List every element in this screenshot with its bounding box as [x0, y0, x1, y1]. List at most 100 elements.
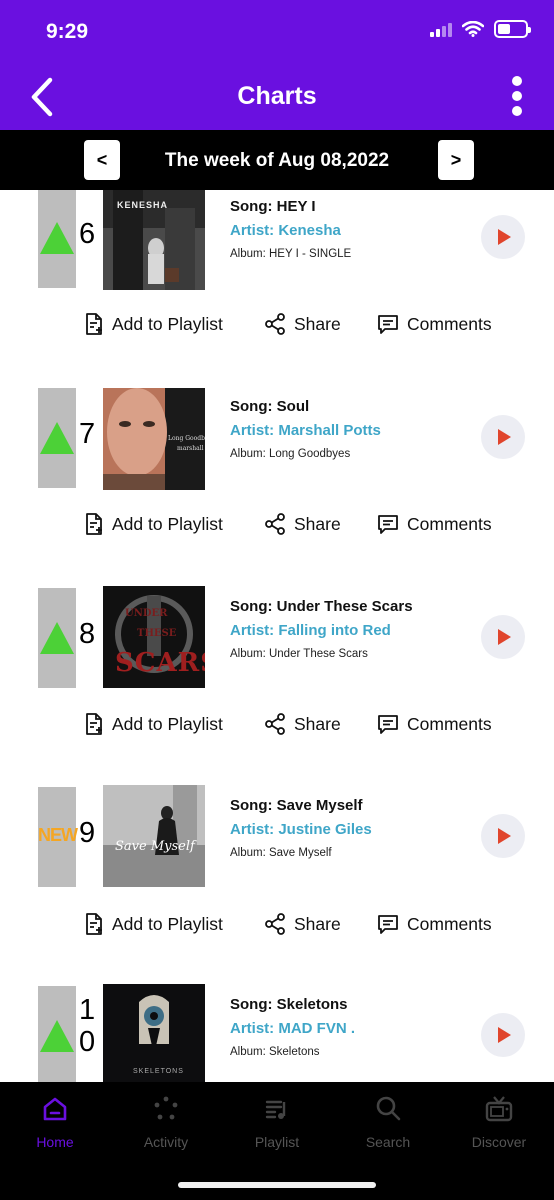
play-button[interactable]	[481, 215, 525, 259]
share-button[interactable]: Share	[264, 313, 341, 335]
battery-icon	[494, 20, 531, 38]
status-icons	[430, 20, 531, 38]
album-cover[interactable]: Long Goodbyes marshall	[103, 388, 205, 490]
tab-label: Search	[365, 1134, 411, 1150]
song-title: Song: Save Myself	[230, 797, 363, 814]
add-playlist-icon	[86, 913, 102, 935]
comments-button[interactable]: Comments	[377, 913, 492, 935]
song-title: Song: Under These Scars	[230, 598, 413, 615]
add-to-playlist-button[interactable]: Add to Playlist	[84, 313, 223, 335]
entry-actions: Add to Playlist Share Comments	[0, 713, 554, 743]
add-playlist-icon	[86, 713, 102, 735]
more-options-button[interactable]	[510, 76, 524, 116]
activity-icon	[154, 1096, 178, 1120]
add-to-playlist-button[interactable]: Add to Playlist	[84, 913, 223, 935]
rank-number: 10	[79, 994, 96, 1058]
svg-text:Long Goodbyes: Long Goodbyes	[168, 435, 205, 442]
share-icon	[265, 913, 285, 935]
tab-label: Activity	[143, 1134, 189, 1150]
new-badge: NEW	[38, 825, 78, 845]
trend-up-icon	[40, 1020, 74, 1052]
chart-entry: 8 UNDER THESE SCARS Song: Under These Sc…	[0, 586, 554, 788]
rank-number: 8	[79, 618, 96, 650]
play-button[interactable]	[481, 415, 525, 459]
comments-icon	[378, 515, 398, 534]
album-name: Album: Long Goodbyes	[230, 448, 351, 460]
comments-icon	[378, 315, 398, 334]
album-name: Album: Save Myself	[230, 847, 332, 859]
week-selector: < The week of Aug 08,2022 >	[0, 130, 554, 190]
add-playlist-icon	[86, 513, 102, 535]
cover-text: KENESHA	[117, 200, 169, 210]
share-button[interactable]: Share	[264, 713, 341, 735]
comments-button[interactable]: Comments	[377, 313, 492, 335]
playlist-icon	[265, 1100, 286, 1119]
artist-link[interactable]: Artist: Kenesha	[230, 222, 341, 239]
song-title: Song: Soul	[230, 398, 310, 415]
comments-icon	[378, 715, 398, 734]
comments-label: Comments	[407, 313, 492, 334]
rank-number: 7	[79, 418, 96, 450]
artist-link[interactable]: Artist: Marshall Potts	[230, 422, 381, 439]
album-cover[interactable]: Save Myself	[103, 785, 205, 887]
tab-search[interactable]: Search	[333, 1094, 443, 1150]
svg-text:THESE: THESE	[137, 628, 177, 639]
tab-home[interactable]: Home	[0, 1094, 110, 1150]
tab-label: Playlist	[254, 1134, 300, 1150]
trend-indicator	[38, 588, 76, 688]
album-cover[interactable]: UNDER THESE SCARS	[103, 586, 205, 688]
share-button[interactable]: Share	[264, 913, 341, 935]
trend-up-icon	[40, 622, 74, 654]
comments-button[interactable]: Comments	[377, 513, 492, 535]
entry-actions: Add to Playlist Share Comments	[0, 513, 554, 543]
svg-text:UNDER: UNDER	[125, 608, 168, 619]
add-to-playlist-button[interactable]: Add to Playlist	[84, 513, 223, 535]
play-button[interactable]	[481, 615, 525, 659]
chart-list[interactable]: 6 KENESHA Song: HEY I Artist: Kenesha Al…	[0, 190, 554, 1082]
album-name: Album: HEY I - SINGLE	[230, 248, 352, 260]
album-name: Album: Under These Scars	[230, 648, 368, 660]
rank-number: 9	[79, 817, 96, 849]
share-label: Share	[294, 313, 341, 334]
search-icon	[376, 1096, 401, 1121]
share-button[interactable]: Share	[264, 513, 341, 535]
tab-discover[interactable]: Discover	[444, 1094, 554, 1150]
add-to-playlist-label: Add to Playlist	[112, 313, 223, 334]
trend-indicator	[38, 190, 76, 288]
share-label: Share	[294, 913, 341, 934]
cellular-signal-icon	[430, 21, 452, 37]
tab-activity[interactable]: Activity	[111, 1094, 221, 1150]
trend-indicator	[38, 388, 76, 488]
album-cover[interactable]: SKELETONS	[103, 984, 205, 1082]
artist-link[interactable]: Artist: Falling into Red	[230, 622, 391, 639]
chart-entry: 7 Long Goodbyes marshall Song: Soul Arti…	[0, 388, 554, 588]
comments-label: Comments	[407, 713, 492, 734]
chart-entry: 6 KENESHA Song: HEY I Artist: Kenesha Al…	[0, 190, 554, 388]
album-cover[interactable]: KENESHA	[103, 190, 205, 290]
album-name: Album: Skeletons	[230, 1046, 320, 1058]
artist-link[interactable]: Artist: Justine Giles	[230, 821, 372, 838]
add-to-playlist-label: Add to Playlist	[112, 913, 223, 934]
cover-text: SKELETONS	[133, 1068, 184, 1075]
trend-up-icon	[40, 422, 74, 454]
add-to-playlist-label: Add to Playlist	[112, 713, 223, 734]
song-title: Song: Skeletons	[230, 996, 348, 1013]
trend-up-icon	[40, 222, 74, 254]
artist-link[interactable]: Artist: MAD FVN .	[230, 1020, 355, 1037]
add-playlist-icon	[86, 313, 102, 335]
share-label: Share	[294, 713, 341, 734]
cover-text: SCARS	[115, 648, 205, 678]
tab-playlist[interactable]: Playlist	[222, 1094, 332, 1150]
chart-entry: 10 SKELETONS Song: Skeletons Artist: MAD…	[0, 984, 554, 1082]
entry-actions: Add to Playlist Share Comments	[0, 313, 554, 343]
share-icon	[265, 713, 285, 735]
wifi-icon	[462, 21, 484, 37]
page-title: Charts	[237, 82, 317, 110]
next-week-button[interactable]: >	[438, 140, 474, 180]
play-button[interactable]	[481, 1013, 525, 1057]
play-button[interactable]	[481, 814, 525, 858]
home-icon	[43, 1097, 67, 1121]
comments-button[interactable]: Comments	[377, 713, 492, 735]
add-to-playlist-button[interactable]: Add to Playlist	[84, 713, 223, 735]
tv-icon	[485, 1096, 513, 1122]
